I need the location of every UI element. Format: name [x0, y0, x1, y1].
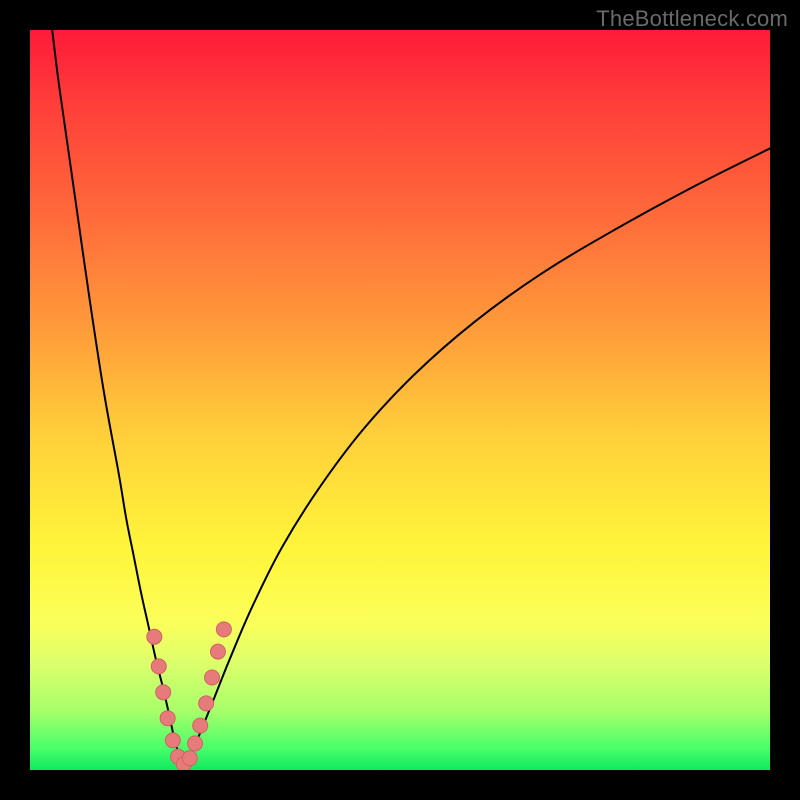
data-marker — [151, 659, 166, 674]
curve-layer — [30, 30, 770, 770]
chart-frame: TheBottleneck.com — [0, 0, 800, 800]
data-marker — [182, 751, 197, 766]
plot-area — [30, 30, 770, 770]
data-marker — [210, 644, 225, 659]
data-marker — [147, 629, 162, 644]
watermark-text: TheBottleneck.com — [596, 6, 788, 32]
data-marker — [156, 685, 171, 700]
data-marker — [188, 736, 203, 751]
data-marker — [205, 670, 220, 685]
data-marker — [165, 733, 180, 748]
data-marker — [160, 711, 175, 726]
bottleneck-curve-left-branch — [52, 30, 183, 767]
data-marker — [193, 718, 208, 733]
data-marker — [199, 696, 214, 711]
bottleneck-curve-right-branch — [185, 145, 770, 767]
data-marker — [216, 622, 231, 637]
